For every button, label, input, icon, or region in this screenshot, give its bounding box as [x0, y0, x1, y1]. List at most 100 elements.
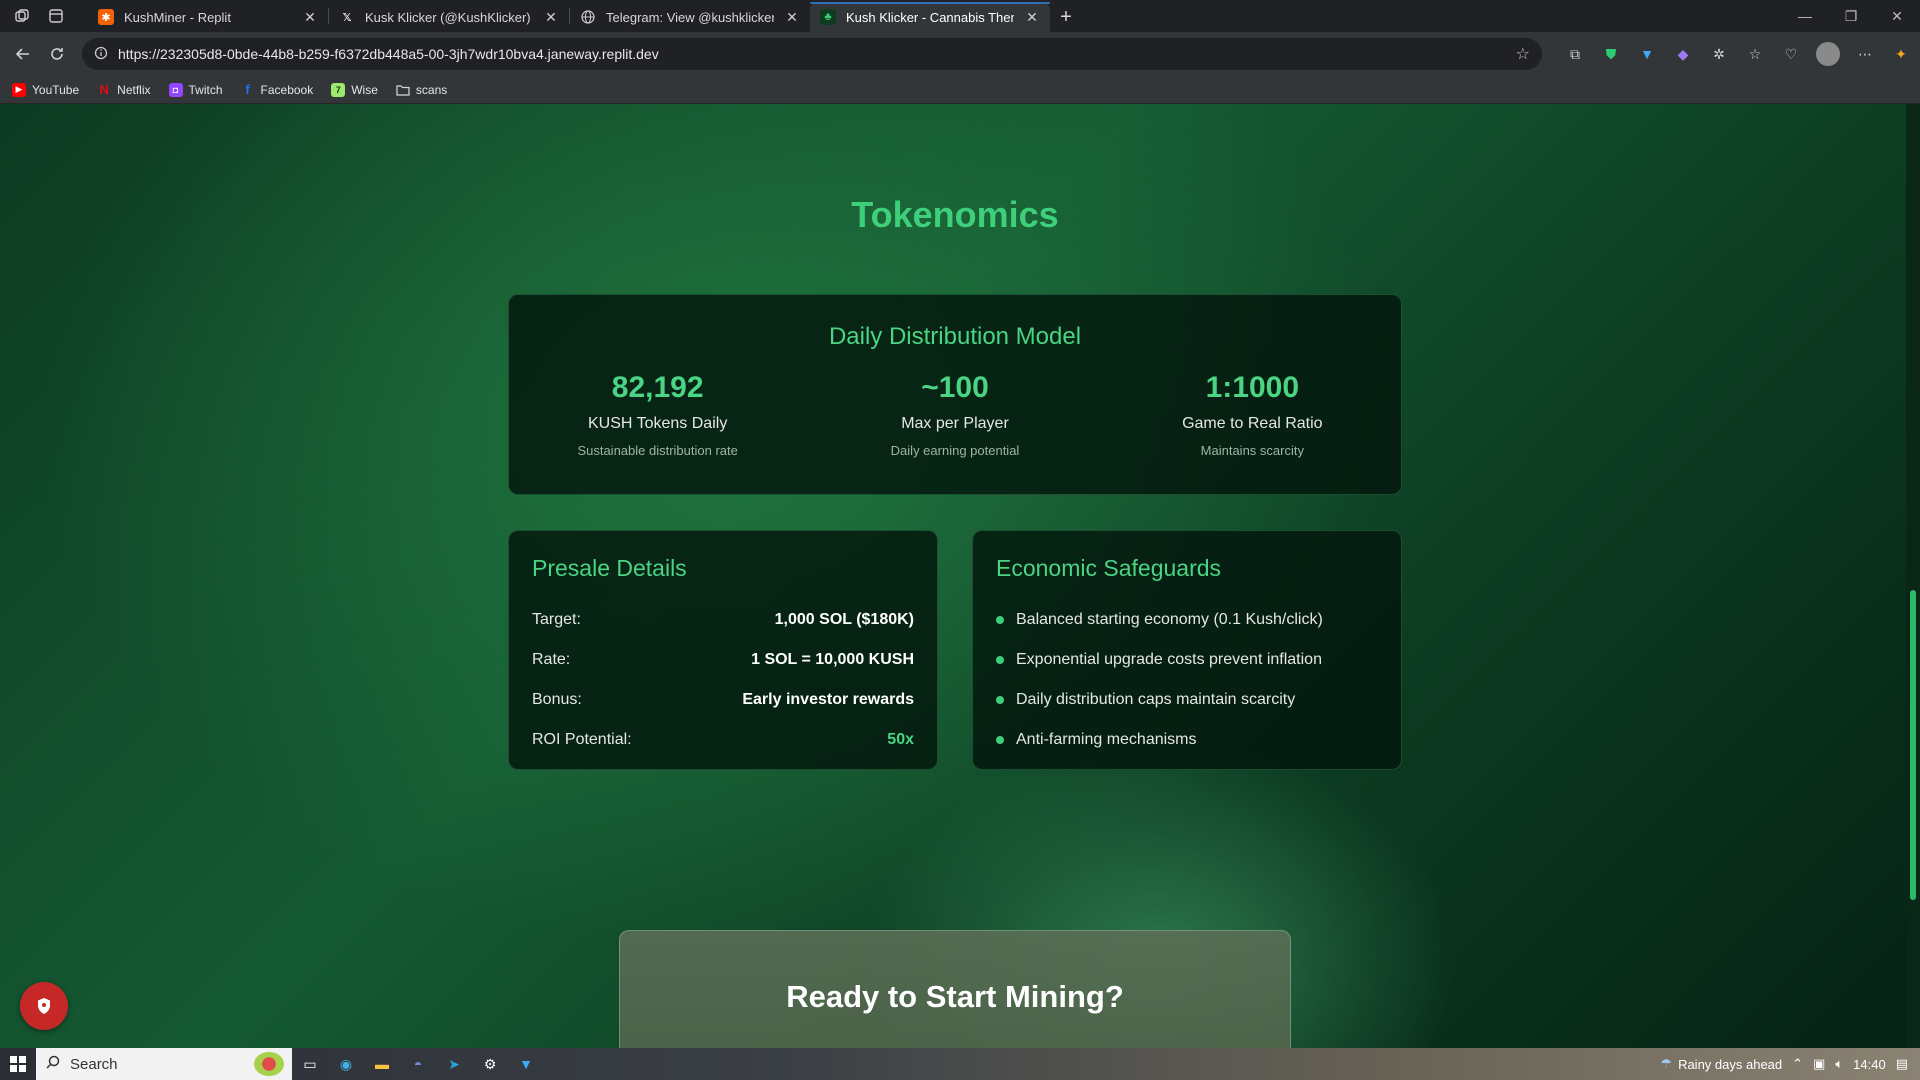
replit-icon: ✱ [98, 9, 114, 25]
taskbar-search-placeholder: Search [70, 1055, 118, 1073]
vpn-extension-icon[interactable]: ▼ [1636, 43, 1658, 65]
stat-tokens-daily: 82,192 KUSH Tokens Daily Sustainable dis… [509, 371, 806, 458]
edge-icon[interactable]: ◉ [328, 1048, 364, 1080]
volume-icon[interactable]: 🔈︎ [1835, 1056, 1843, 1072]
safeguard-text: Anti-farming mechanisms [1016, 731, 1197, 748]
tab-telegram[interactable]: Telegram: View @kushklicker ✕ [570, 2, 810, 32]
favorites-icon[interactable]: ☆ [1744, 43, 1766, 65]
search-highlight-icon [254, 1052, 284, 1076]
tabbar-left-controls [0, 0, 88, 32]
address-bar[interactable]: https://232305d8-0bde-44b8-b259-f6372db4… [82, 38, 1542, 70]
safeguard-item: Exponential upgrade costs prevent inflat… [996, 640, 1378, 680]
scrollbar-thumb[interactable] [1910, 590, 1916, 900]
stat-label: Max per Player [901, 415, 1009, 432]
weather-widget[interactable]: ☂ Rainy days ahead [1660, 1056, 1782, 1072]
cloud-rain-icon: ☂ [1660, 1056, 1673, 1071]
bookmark-facebook[interactable]: f Facebook [241, 82, 313, 97]
network-icon[interactable]: ▣ [1813, 1056, 1825, 1072]
netflix-icon: N [99, 82, 109, 97]
tab-kusk-klicker-x[interactable]: 𝕏 Kusk Klicker (@KushKlicker) / X ✕ [329, 2, 569, 32]
facebook-icon: f [245, 82, 250, 97]
stat-max-per-player: ~100 Max per Player Daily earning potent… [806, 371, 1103, 458]
bookmark-wise[interactable]: 7 Wise [331, 82, 378, 97]
favorite-star-icon[interactable]: ☆ [1516, 44, 1530, 64]
section-title: Tokenomics [851, 194, 1059, 235]
bookmark-scans[interactable]: scans [396, 83, 447, 97]
safeguard-text: Daily distribution caps maintain scarcit… [1016, 691, 1296, 708]
stat-value: 82,192 [611, 371, 704, 404]
presale-details-card: Presale Details Target: 1,000 SOL ($180K… [508, 530, 938, 770]
folder-icon [396, 83, 410, 97]
reload-button[interactable] [42, 37, 72, 71]
bullet-dot-icon [996, 696, 1004, 704]
vertical-tabs-icon[interactable] [46, 6, 66, 26]
weather-text: Rainy days ahead [1678, 1056, 1783, 1072]
browser-essentials-icon[interactable]: ♡ [1780, 43, 1802, 65]
telegram-icon[interactable]: ➤ [436, 1048, 472, 1080]
workspaces-icon[interactable] [12, 6, 32, 26]
close-tab-icon[interactable]: ✕ [1024, 9, 1040, 26]
site-info-icon[interactable] [94, 46, 108, 63]
shield-floating-button[interactable] [20, 982, 68, 1030]
row-key: Rate: [532, 651, 571, 668]
presale-row-roi: ROI Potential: 50x [532, 720, 914, 760]
puzzle-extensions-icon[interactable]: ✲ [1708, 43, 1730, 65]
close-window-icon[interactable]: ✕ [1874, 0, 1920, 32]
profile-avatar[interactable] [1816, 42, 1840, 66]
taskbar-search[interactable]: Search [36, 1048, 292, 1080]
windows-start-icon[interactable] [0, 1048, 36, 1080]
globe-icon [580, 9, 596, 25]
clock-text[interactable]: 14:40 [1853, 1057, 1886, 1072]
close-tab-icon[interactable]: ✕ [784, 9, 800, 26]
tab-title: Kusk Klicker (@KushKlicker) / X [365, 9, 533, 25]
chevron-up-icon[interactable]: ⌃ [1792, 1056, 1803, 1072]
tab-title: Kush Klicker - Cannabis Themed C [846, 9, 1014, 25]
row-key: Bonus: [532, 691, 582, 708]
presale-row-target: Target: 1,000 SOL ($180K) [532, 600, 914, 640]
safeguards-title: Economic Safeguards [996, 555, 1222, 581]
notifications-icon[interactable]: ▤ [1896, 1056, 1908, 1072]
safeguard-item: Anti-farming mechanisms [996, 720, 1378, 760]
url-text[interactable]: https://232305d8-0bde-44b8-b259-f6372db4… [118, 46, 1506, 62]
stat-subtext: Maintains scarcity [1200, 443, 1304, 458]
system-tray: ☂ Rainy days ahead ⌃ ▣ 🔈︎ 14:40 ▤ [1660, 1056, 1920, 1072]
close-tab-icon[interactable]: ✕ [543, 9, 559, 26]
leaf-icon: ♣ [820, 9, 836, 25]
economic-safeguards-card: Economic Safeguards Balanced starting ec… [972, 530, 1402, 770]
browser-tab-bar: ✱ KushMiner - Replit ✕ 𝕏 Kusk Klicker (@… [0, 0, 1920, 32]
discord-icon[interactable]: ◓ [400, 1048, 436, 1080]
close-tab-icon[interactable]: ✕ [302, 9, 318, 26]
file-explorer-icon[interactable]: ▬ [364, 1048, 400, 1080]
more-menu-icon[interactable]: ⋯ [1854, 43, 1876, 65]
bookmark-label: scans [415, 82, 448, 97]
restore-icon[interactable]: ❐ [1828, 0, 1874, 32]
bookmark-youtube[interactable]: ▶ YouTube [12, 82, 79, 97]
youtube-icon: ▶ [12, 82, 26, 97]
back-button[interactable] [8, 37, 38, 71]
wise-icon: 7 [331, 82, 346, 97]
cta-title: Ready to Start Mining? [786, 979, 1124, 1014]
page-scrollbar[interactable] [1906, 104, 1920, 1048]
bullet-dot-icon [996, 616, 1004, 624]
window-controls: — ❐ ✕ [1782, 0, 1920, 32]
distribution-title: Daily Distribution Model [828, 323, 1082, 350]
vpn-icon[interactable]: ▼ [508, 1048, 544, 1080]
stat-subtext: Daily earning potential [890, 443, 1020, 458]
copilot-icon[interactable]: ✦ [1890, 43, 1912, 65]
new-tab-button[interactable]: + [1050, 2, 1082, 32]
cta-card: Ready to Start Mining? [619, 930, 1291, 1048]
copilot-extension-icon[interactable]: ◆ [1672, 43, 1694, 65]
tab-kush-klicker-active[interactable]: ♣ Kush Klicker - Cannabis Themed C ✕ [810, 2, 1050, 32]
bookmarks-bar: ▶ YouTube N Netflix ◘ Twitch f Facebook … [0, 76, 1920, 104]
shield-extension-icon[interactable]: ⛊ [1600, 43, 1622, 65]
row-value: Early investor rewards [742, 691, 914, 708]
steam-icon[interactable]: ⚙ [472, 1048, 508, 1080]
tab-title: KushMiner - Replit [124, 9, 231, 25]
safeguard-text: Balanced starting economy (0.1 Kush/clic… [1016, 611, 1323, 628]
translate-extension-icon[interactable]: ⧉ [1564, 43, 1586, 65]
minimize-icon[interactable]: — [1782, 0, 1828, 32]
bookmark-twitch[interactable]: ◘ Twitch [168, 82, 223, 97]
bookmark-netflix[interactable]: N Netflix [97, 82, 150, 97]
tab-kushminer-replit[interactable]: ✱ KushMiner - Replit ✕ [88, 2, 328, 32]
task-view-icon[interactable]: ▭ [292, 1048, 328, 1080]
